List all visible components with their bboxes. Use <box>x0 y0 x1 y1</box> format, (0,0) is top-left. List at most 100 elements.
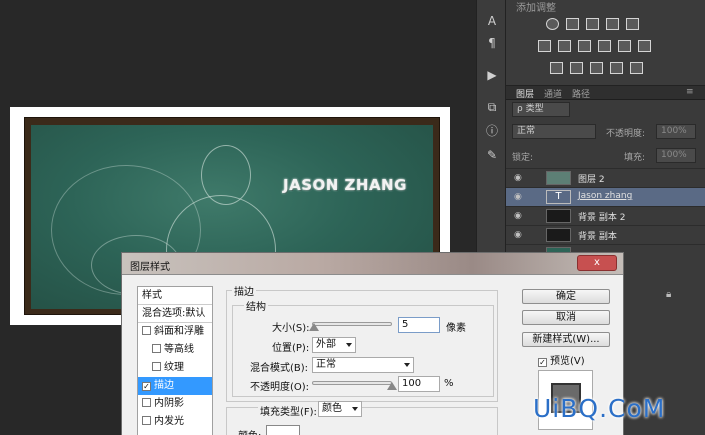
vibrance-icon[interactable] <box>626 18 639 30</box>
selective-color-icon[interactable] <box>630 62 643 74</box>
size-slider[interactable] <box>312 322 392 326</box>
blend-mode-label: 混合模式(B): <box>250 363 309 374</box>
blend-mode-select[interactable]: 正常 <box>312 357 414 373</box>
opacity-label: 不透明度: <box>606 129 646 139</box>
style-list: 样式 混合选项:默认 斜面和浮雕 等高线 纹理 ✓ 描边 内阴影 内发光 <box>137 286 213 435</box>
preview-checkbox[interactable]: ✓ 预览(V) <box>538 352 585 367</box>
layer-name: 图层 2 <box>578 175 605 185</box>
visibility-eye-icon[interactable]: ◉ <box>514 192 522 202</box>
structure-title: 结构 <box>244 298 268 313</box>
opacity-label: 不透明度(O): <box>250 382 310 393</box>
levels-icon[interactable] <box>566 18 579 30</box>
checkbox[interactable] <box>142 416 151 425</box>
blend-mode-select[interactable]: 正常 <box>512 124 596 139</box>
gradient-map-icon[interactable] <box>610 62 623 74</box>
texture-item[interactable]: 纹理 <box>138 359 212 377</box>
exposure-icon[interactable] <box>606 18 619 30</box>
tab-paths[interactable]: 路径 <box>572 87 590 100</box>
opacity-field[interactable]: 100% <box>656 124 696 139</box>
new-style-button[interactable]: 新建样式(W)... <box>522 332 610 347</box>
artwork-title: JASON ZHANG <box>283 176 407 194</box>
fill-type-select[interactable]: 颜色 <box>318 401 362 417</box>
lock-icon: 🔒︎ <box>666 289 672 300</box>
dialog-titlebar[interactable]: 图层样式 x <box>122 253 623 275</box>
fill-type-value: 颜色 <box>322 403 342 414</box>
color-lookup-icon[interactable] <box>638 40 651 52</box>
visibility-eye-icon[interactable]: ◉ <box>514 173 522 183</box>
layers-comp-icon[interactable]: ⧉ <box>482 98 502 116</box>
opacity-field[interactable]: 100 <box>398 376 440 392</box>
color-swatch[interactable] <box>266 425 300 435</box>
bevel-emboss-item[interactable]: 斜面和浮雕 <box>138 323 212 341</box>
tab-channels[interactable]: 通道 <box>544 87 562 100</box>
size-slider-thumb[interactable] <box>308 323 319 331</box>
black-white-icon[interactable] <box>578 40 591 52</box>
position-value: 外部 <box>316 339 336 350</box>
site-watermark: UiBQ.CoM <box>533 394 666 423</box>
chevron-down-icon <box>404 363 410 367</box>
color-label: 颜色: <box>238 427 261 435</box>
photo-filter-icon[interactable] <box>598 40 611 52</box>
channel-mixer-icon[interactable] <box>618 40 631 52</box>
checkbox[interactable] <box>152 362 161 371</box>
checkbox[interactable] <box>152 344 161 353</box>
layer-thumbnail <box>546 171 571 185</box>
position-label: 位置(P): <box>272 343 310 354</box>
layer-row[interactable]: ◉ 背景 副本 2 <box>506 206 705 225</box>
checkbox[interactable] <box>142 326 151 335</box>
style-item-label: 内阴影 <box>154 398 184 409</box>
layer-row-selected[interactable]: ◉ T Jason zhang <box>506 187 705 206</box>
brush-tool-icon[interactable]: ✎ <box>482 146 502 164</box>
opacity-slider[interactable] <box>312 381 392 385</box>
checkbox-checked[interactable]: ✓ <box>142 382 151 391</box>
lock-label: 锁定: <box>512 153 534 163</box>
close-button[interactable]: x <box>577 255 617 271</box>
section-title: 描边 <box>232 283 256 298</box>
opacity-unit: % <box>444 378 454 389</box>
character-icon[interactable]: A <box>482 12 502 30</box>
style-item-label: 等高线 <box>164 344 194 355</box>
layer-name: 背景 副本 2 <box>578 213 626 223</box>
tab-layers[interactable]: 图层 <box>516 87 534 100</box>
style-item-label: 内发光 <box>154 416 184 427</box>
invert-icon[interactable] <box>550 62 563 74</box>
paragraph-icon[interactable]: ¶ <box>482 34 502 52</box>
adjustments-panel: 添加调整 <box>506 0 705 86</box>
hue-saturation-icon[interactable] <box>538 40 551 52</box>
visibility-eye-icon[interactable]: ◉ <box>514 211 522 221</box>
cancel-button[interactable]: 取消 <box>522 310 610 325</box>
layer-filter-select[interactable]: ρ 类型 <box>512 102 570 117</box>
dialog-title: 图层样式 <box>130 262 170 273</box>
threshold-icon[interactable] <box>590 62 603 74</box>
inner-glow-item[interactable]: 内发光 <box>138 413 212 431</box>
contour-item[interactable]: 等高线 <box>138 341 212 359</box>
ok-button[interactable]: 确定 <box>522 289 610 304</box>
info-icon[interactable]: ⓘ <box>482 122 502 140</box>
blend-options-item[interactable]: 混合选项:默认 <box>138 305 212 323</box>
visibility-eye-icon[interactable]: ◉ <box>514 230 522 240</box>
stroke-settings: 描边 结构 大小(S): 5 像素 位置(P): 外部 混合模式(B): 正常 … <box>226 283 506 435</box>
layer-thumbnail <box>546 209 571 223</box>
text-layer-icon: T <box>546 190 571 204</box>
stroke-item[interactable]: ✓ 描边 <box>138 377 212 395</box>
brightness-icon[interactable] <box>546 18 559 30</box>
layer-name: 背景 副本 <box>578 232 617 242</box>
opacity-slider-thumb[interactable] <box>387 382 397 390</box>
play-icon[interactable]: ▶ <box>482 66 502 84</box>
adjustments-title: 添加调整 <box>516 3 556 14</box>
layer-row[interactable]: ◉ 图层 2 <box>506 168 705 187</box>
posterize-icon[interactable] <box>570 62 583 74</box>
layer-name: Jason zhang <box>578 191 633 201</box>
curves-icon[interactable] <box>586 18 599 30</box>
size-field[interactable]: 5 <box>398 317 440 333</box>
layers-panel-tabs: 图层 通道 路径 ≡ <box>506 86 705 100</box>
position-select[interactable]: 外部 <box>312 337 356 353</box>
color-balance-icon[interactable] <box>558 40 571 52</box>
fill-field[interactable]: 100% <box>656 148 696 163</box>
checkbox[interactable] <box>142 398 151 407</box>
panel-menu-icon[interactable]: ≡ <box>686 87 694 97</box>
layer-row[interactable]: ◉ 背景 副本 <box>506 225 705 244</box>
inner-shadow-item[interactable]: 内阴影 <box>138 395 212 413</box>
checkbox-checked[interactable]: ✓ <box>538 358 547 367</box>
chevron-down-icon <box>346 343 352 347</box>
